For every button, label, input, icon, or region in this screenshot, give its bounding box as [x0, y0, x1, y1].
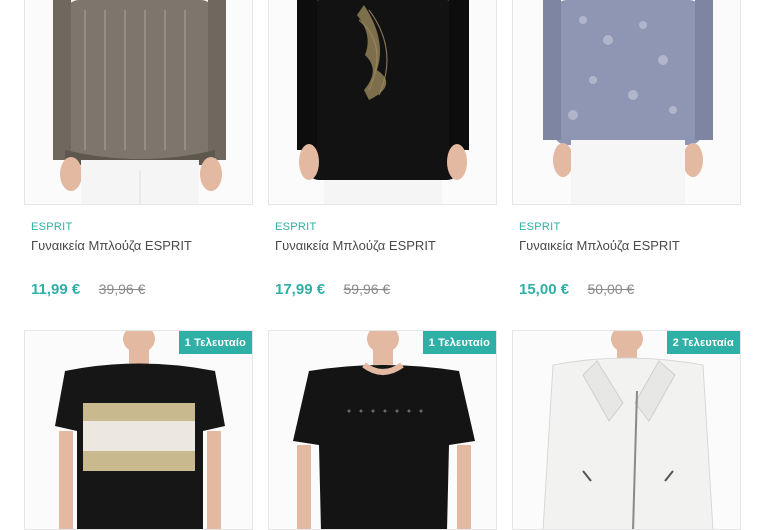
stock-badge: 1 Τελευταίο: [178, 331, 252, 354]
product-card[interactable]: 1 Τελευταίο: [268, 330, 497, 530]
product-title[interactable]: Γυναικεία Μπλούζα ESPRIT: [31, 238, 253, 253]
product-card[interactable]: ESPRIT Γυναικεία Μπλούζα ESPRIT 11,99 € …: [24, 0, 253, 298]
product-image[interactable]: [268, 0, 497, 205]
product-card[interactable]: ESPRIT Γυναικεία Μπλούζα ESPRIT 17,99 € …: [268, 0, 497, 298]
product-title[interactable]: Γυναικεία Μπλούζα ESPRIT: [275, 238, 497, 253]
product-old-price: 39,96 €: [98, 281, 146, 297]
price-group: 15,00 € 50,00 €: [519, 281, 634, 299]
product-image[interactable]: [512, 0, 741, 205]
product-brand[interactable]: ESPRIT: [519, 221, 741, 233]
product-brand[interactable]: ESPRIT: [31, 221, 253, 233]
product-image[interactable]: 2 Τελευταία: [512, 330, 741, 530]
product-price: 15,00 €: [519, 281, 570, 298]
product-image[interactable]: 1 Τελευταίο: [268, 330, 497, 530]
product-card[interactable]: 2 Τελευταία: [512, 330, 741, 530]
product-image[interactable]: [24, 0, 253, 205]
product-card[interactable]: 1 Τελευταίο: [24, 330, 253, 530]
stock-badge: 1 Τελευταίο: [422, 331, 496, 354]
product-price: 17,99 €: [275, 281, 326, 298]
product-old-price: 59,96 €: [343, 281, 391, 297]
product-brand[interactable]: ESPRIT: [275, 221, 497, 233]
product-price: 11,99 €: [31, 281, 81, 298]
product-title[interactable]: Γυναικεία Μπλούζα ESPRIT: [519, 238, 741, 253]
product-card[interactable]: ESPRIT Γυναικεία Μπλούζα ESPRIT 15,00 € …: [512, 0, 741, 298]
product-old-price: 50,00 €: [587, 281, 635, 297]
stock-badge: 2 Τελευταία: [666, 331, 740, 354]
product-image[interactable]: 1 Τελευταίο: [24, 330, 253, 530]
price-group: 11,99 € 39,96 €: [31, 281, 145, 299]
price-group: 17,99 € 59,96 €: [275, 281, 390, 299]
